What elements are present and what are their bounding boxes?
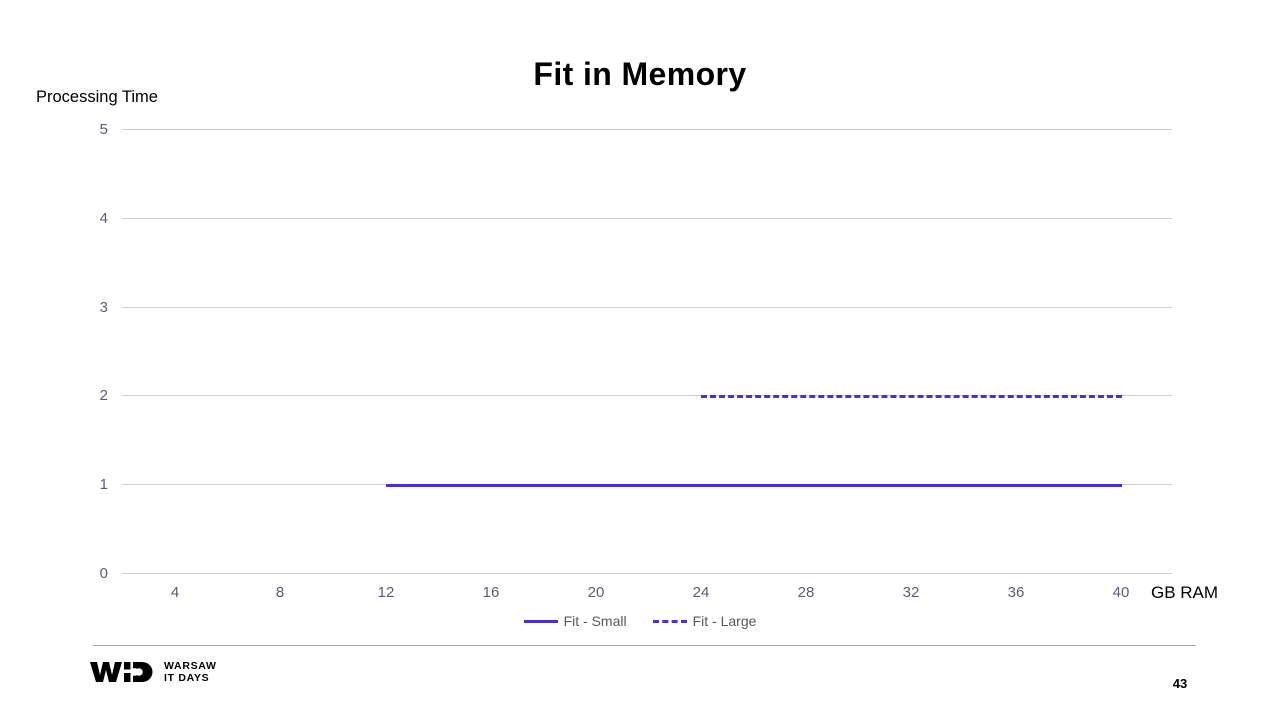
series-line-fit-large bbox=[701, 395, 1122, 398]
y-tick-label: 2 bbox=[99, 387, 108, 404]
gridline-y0 bbox=[122, 573, 1172, 574]
x-tick-label: 24 bbox=[692, 584, 710, 601]
x-tick-label: 32 bbox=[902, 584, 920, 601]
x-tick-label: 40 bbox=[1112, 584, 1130, 601]
x-tick-label: 20 bbox=[587, 584, 605, 601]
legend-item-fit-large: Fit - Large bbox=[652, 613, 757, 629]
y-tick-label: 1 bbox=[99, 476, 108, 493]
x-tick-label: 36 bbox=[1007, 584, 1025, 601]
legend-label: Fit - Large bbox=[692, 613, 757, 629]
x-axis-title: GB RAM bbox=[1151, 583, 1219, 602]
chart-legend: Fit - Small Fit - Large bbox=[0, 613, 1280, 629]
logo-wordmark: WARSAW IT DAYS bbox=[164, 660, 217, 685]
logo-wordmark-line1: WARSAW bbox=[164, 659, 217, 672]
legend-item-fit-small: Fit - Small bbox=[523, 613, 627, 629]
gridline-y4 bbox=[122, 218, 1172, 219]
footer-divider bbox=[93, 645, 1196, 646]
legend-label: Fit - Small bbox=[563, 613, 627, 629]
page-number: 43 bbox=[1172, 676, 1188, 691]
legend-line-solid-icon bbox=[523, 619, 558, 623]
y-axis-title: Processing Time bbox=[36, 88, 158, 106]
y-tick-label: 0 bbox=[99, 565, 108, 582]
chart-fit-in-memory: Processing Time GB RAM 5 4 3 2 1 0 4 8 1… bbox=[0, 0, 1280, 648]
x-tick-label: 8 bbox=[275, 584, 285, 601]
x-tick-label: 4 bbox=[170, 584, 180, 601]
x-tick-label: 16 bbox=[482, 584, 500, 601]
gridline-y3 bbox=[122, 307, 1172, 308]
x-tick-label: 28 bbox=[797, 584, 815, 601]
wid-logo-icon bbox=[90, 662, 153, 682]
y-tick-label: 5 bbox=[99, 121, 108, 138]
series-line-fit-small bbox=[386, 484, 1122, 487]
warsaw-it-days-logo: WARSAW IT DAYS bbox=[90, 659, 217, 685]
logo-wordmark-line2: IT DAYS bbox=[164, 672, 210, 684]
x-tick-label: 12 bbox=[377, 584, 395, 601]
y-tick-label: 3 bbox=[99, 299, 108, 316]
gridline-y5 bbox=[122, 129, 1172, 130]
legend-line-dashed-icon bbox=[652, 619, 687, 623]
y-tick-label: 4 bbox=[99, 210, 108, 227]
